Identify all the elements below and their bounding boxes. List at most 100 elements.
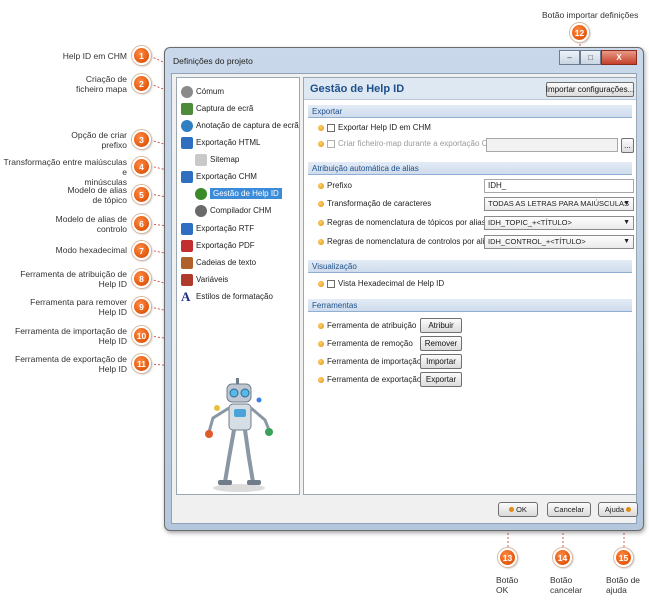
panel-header: Gestão de Help ID Importar configurações… [304,78,636,100]
export-tool-label: Ferramenta de exportação [318,375,421,384]
tree-item-pdf-export[interactable]: Exportação PDF [181,238,255,253]
help-id-settings-panel: Gestão de Help ID Importar configurações… [303,77,637,495]
import-settings-button[interactable]: Importar configurações... [546,82,634,97]
export-help-id-checkbox[interactable]: Exportar Help ID em CHM [318,123,431,132]
annotation-icon [181,119,193,132]
section-view: Visualização [308,260,632,273]
tree-item-screen-capture[interactable]: Captura de ecrã [181,101,253,116]
tree-item-label: Exportação HTML [196,138,261,147]
tree-item-chm-export[interactable]: Exportação CHM [181,169,257,184]
export-button[interactable]: Exportar [420,372,462,387]
tree-item-text-strings[interactable]: Cadeias de texto [181,255,256,270]
bullet-icon [318,124,324,131]
checkbox-label: Exportar Help ID em CHM [338,123,431,132]
tree-item-label: Variáveis [196,275,229,284]
close-button[interactable]: X [601,50,637,65]
remove-tool-label: Ferramenta de remoção [318,339,413,348]
tree-item-label: Cómum [196,87,225,96]
rtf-export-icon [181,222,193,235]
browse-button[interactable]: ... [621,138,634,153]
callout-label-3: Opção de criar prefixo [71,130,127,150]
prefix-label-text: Prefixo [327,181,352,190]
maximize-button[interactable]: □ [580,50,601,65]
case-transform-select[interactable]: TODAS AS LETRAS PARA MAIÚSCULAS ▼ [484,197,634,211]
tree-item-label: Exportação CHM [196,172,257,181]
pdf-export-icon [181,239,193,252]
tree-item-variables[interactable]: Variáveis [181,272,228,287]
checkbox-label: Criar ficheiro-map durante a exportação … [338,139,500,148]
tree-item-sitemap[interactable]: Sitemap [195,152,239,167]
checkbox-icon[interactable] [327,279,335,288]
map-file-path-field[interactable] [486,138,618,152]
callout-badge-15: 15 [614,548,633,567]
control-alias-label: Regras de nomenclatura de controlos por … [318,237,493,246]
callout-badge-1: 1 [132,46,151,65]
tree-item-help-id[interactable]: Gestão de Help ID [195,186,282,201]
callout-badge-13: 13 [498,548,517,567]
callout-label-6: Modelo de alias de controlo [55,214,127,234]
topic-alias-select[interactable]: IDH_TOPIC_+<TÍTULO> ▼ [484,216,634,230]
checkbox-icon[interactable] [327,139,335,148]
callout-badge-5: 5 [132,185,151,204]
ok-label: OK [516,505,527,514]
create-map-file-checkbox[interactable]: Criar ficheiro-map durante a exportação … [318,139,500,148]
sitemap-icon [195,153,207,166]
callout-label-5: Modelo de alias de tópico [67,185,127,205]
remove-tool-label-text: Ferramenta de remoção [327,339,413,348]
styles-icon: A [181,288,191,304]
variables-icon [181,273,193,286]
bullet-icon [318,140,324,147]
assign-button[interactable]: Atribuir [420,318,462,333]
callout-label-14: Botão cancelar [550,575,583,595]
compiler-icon [195,204,207,217]
import-button[interactable]: Importar [420,354,462,369]
callout-badge-4: 4 [132,157,151,176]
tree-item-annotation[interactable]: Anotação de captura de ecrã [181,118,299,133]
tree-item-label: Captura de ecrã [196,104,254,113]
screen-capture-icon [181,102,193,115]
dropdown-arrow-icon: ▼ [623,200,630,207]
tree-item-chm-compiler[interactable]: Compilador CHM [195,203,271,218]
case-transform-value: TODAS AS LETRAS PARA MAIÚSCULAS [488,199,630,208]
callout-badge-2: 2 [132,74,151,93]
tree-item-label: Sitemap [210,155,240,164]
callout-label-12: Botão importar definições [542,10,639,20]
prefix-label: Prefixo [318,181,352,190]
callout-badge-12: 12 [570,23,589,42]
assign-tool-label-text: Ferramenta de atribuição [327,321,417,330]
minimize-button[interactable]: – [559,50,580,65]
tree-item-html-export[interactable]: Exportação HTML [181,135,260,150]
callout-label-10: Ferramenta de importação de Help ID [15,326,127,346]
bullet-icon [318,238,324,245]
cancel-button[interactable]: Cancelar [547,502,591,517]
dropdown-arrow-icon: ▼ [623,238,630,245]
tree-item-styles[interactable]: A Estilos de formatação [181,289,273,304]
bullet-icon [318,340,324,347]
assign-tool-label: Ferramenta de atribuição [318,321,416,330]
project-settings-dialog: Definições do projeto – □ X Cómum Captur… [164,47,644,531]
dialog-client-area: Cómum Captura de ecrã Anotação de captur… [171,73,638,524]
callout-label-13: Botão OK [496,575,519,595]
settings-tree: Cómum Captura de ecrã Anotação de captur… [176,77,300,495]
tree-item-rtf-export[interactable]: Exportação RTF [181,221,254,236]
bullet-icon [318,200,324,207]
prefix-input[interactable]: IDH_ [484,179,634,193]
checkbox-icon[interactable] [327,123,335,132]
remove-button[interactable]: Remover [420,336,462,351]
title-bar[interactable]: Definições do projeto – □ X [165,48,643,72]
cancel-label: Cancelar [553,505,584,514]
bullet-icon [318,182,324,189]
tree-item-label: Gestão de Help ID [210,188,282,199]
section-export: Exportar [308,105,632,118]
callout-badge-7: 7 [132,241,151,260]
tree-item-label: Cadeias de texto [196,258,257,267]
control-alias-value: IDH_CONTROL_+<TÍTULO> [488,237,586,246]
ok-button[interactable]: OK [498,502,538,517]
control-alias-select[interactable]: IDH_CONTROL_+<TÍTULO> ▼ [484,235,634,249]
import-tool-label: Ferramenta de importação [318,357,421,366]
tree-item-common[interactable]: Cómum [181,84,224,99]
case-transform-label: Transformação de caracteres [318,199,431,208]
help-button[interactable]: Ajuda [598,502,638,517]
callout-badge-11: 11 [132,354,151,373]
hex-view-checkbox[interactable]: Vista Hexadecimal de Help ID [318,279,444,288]
